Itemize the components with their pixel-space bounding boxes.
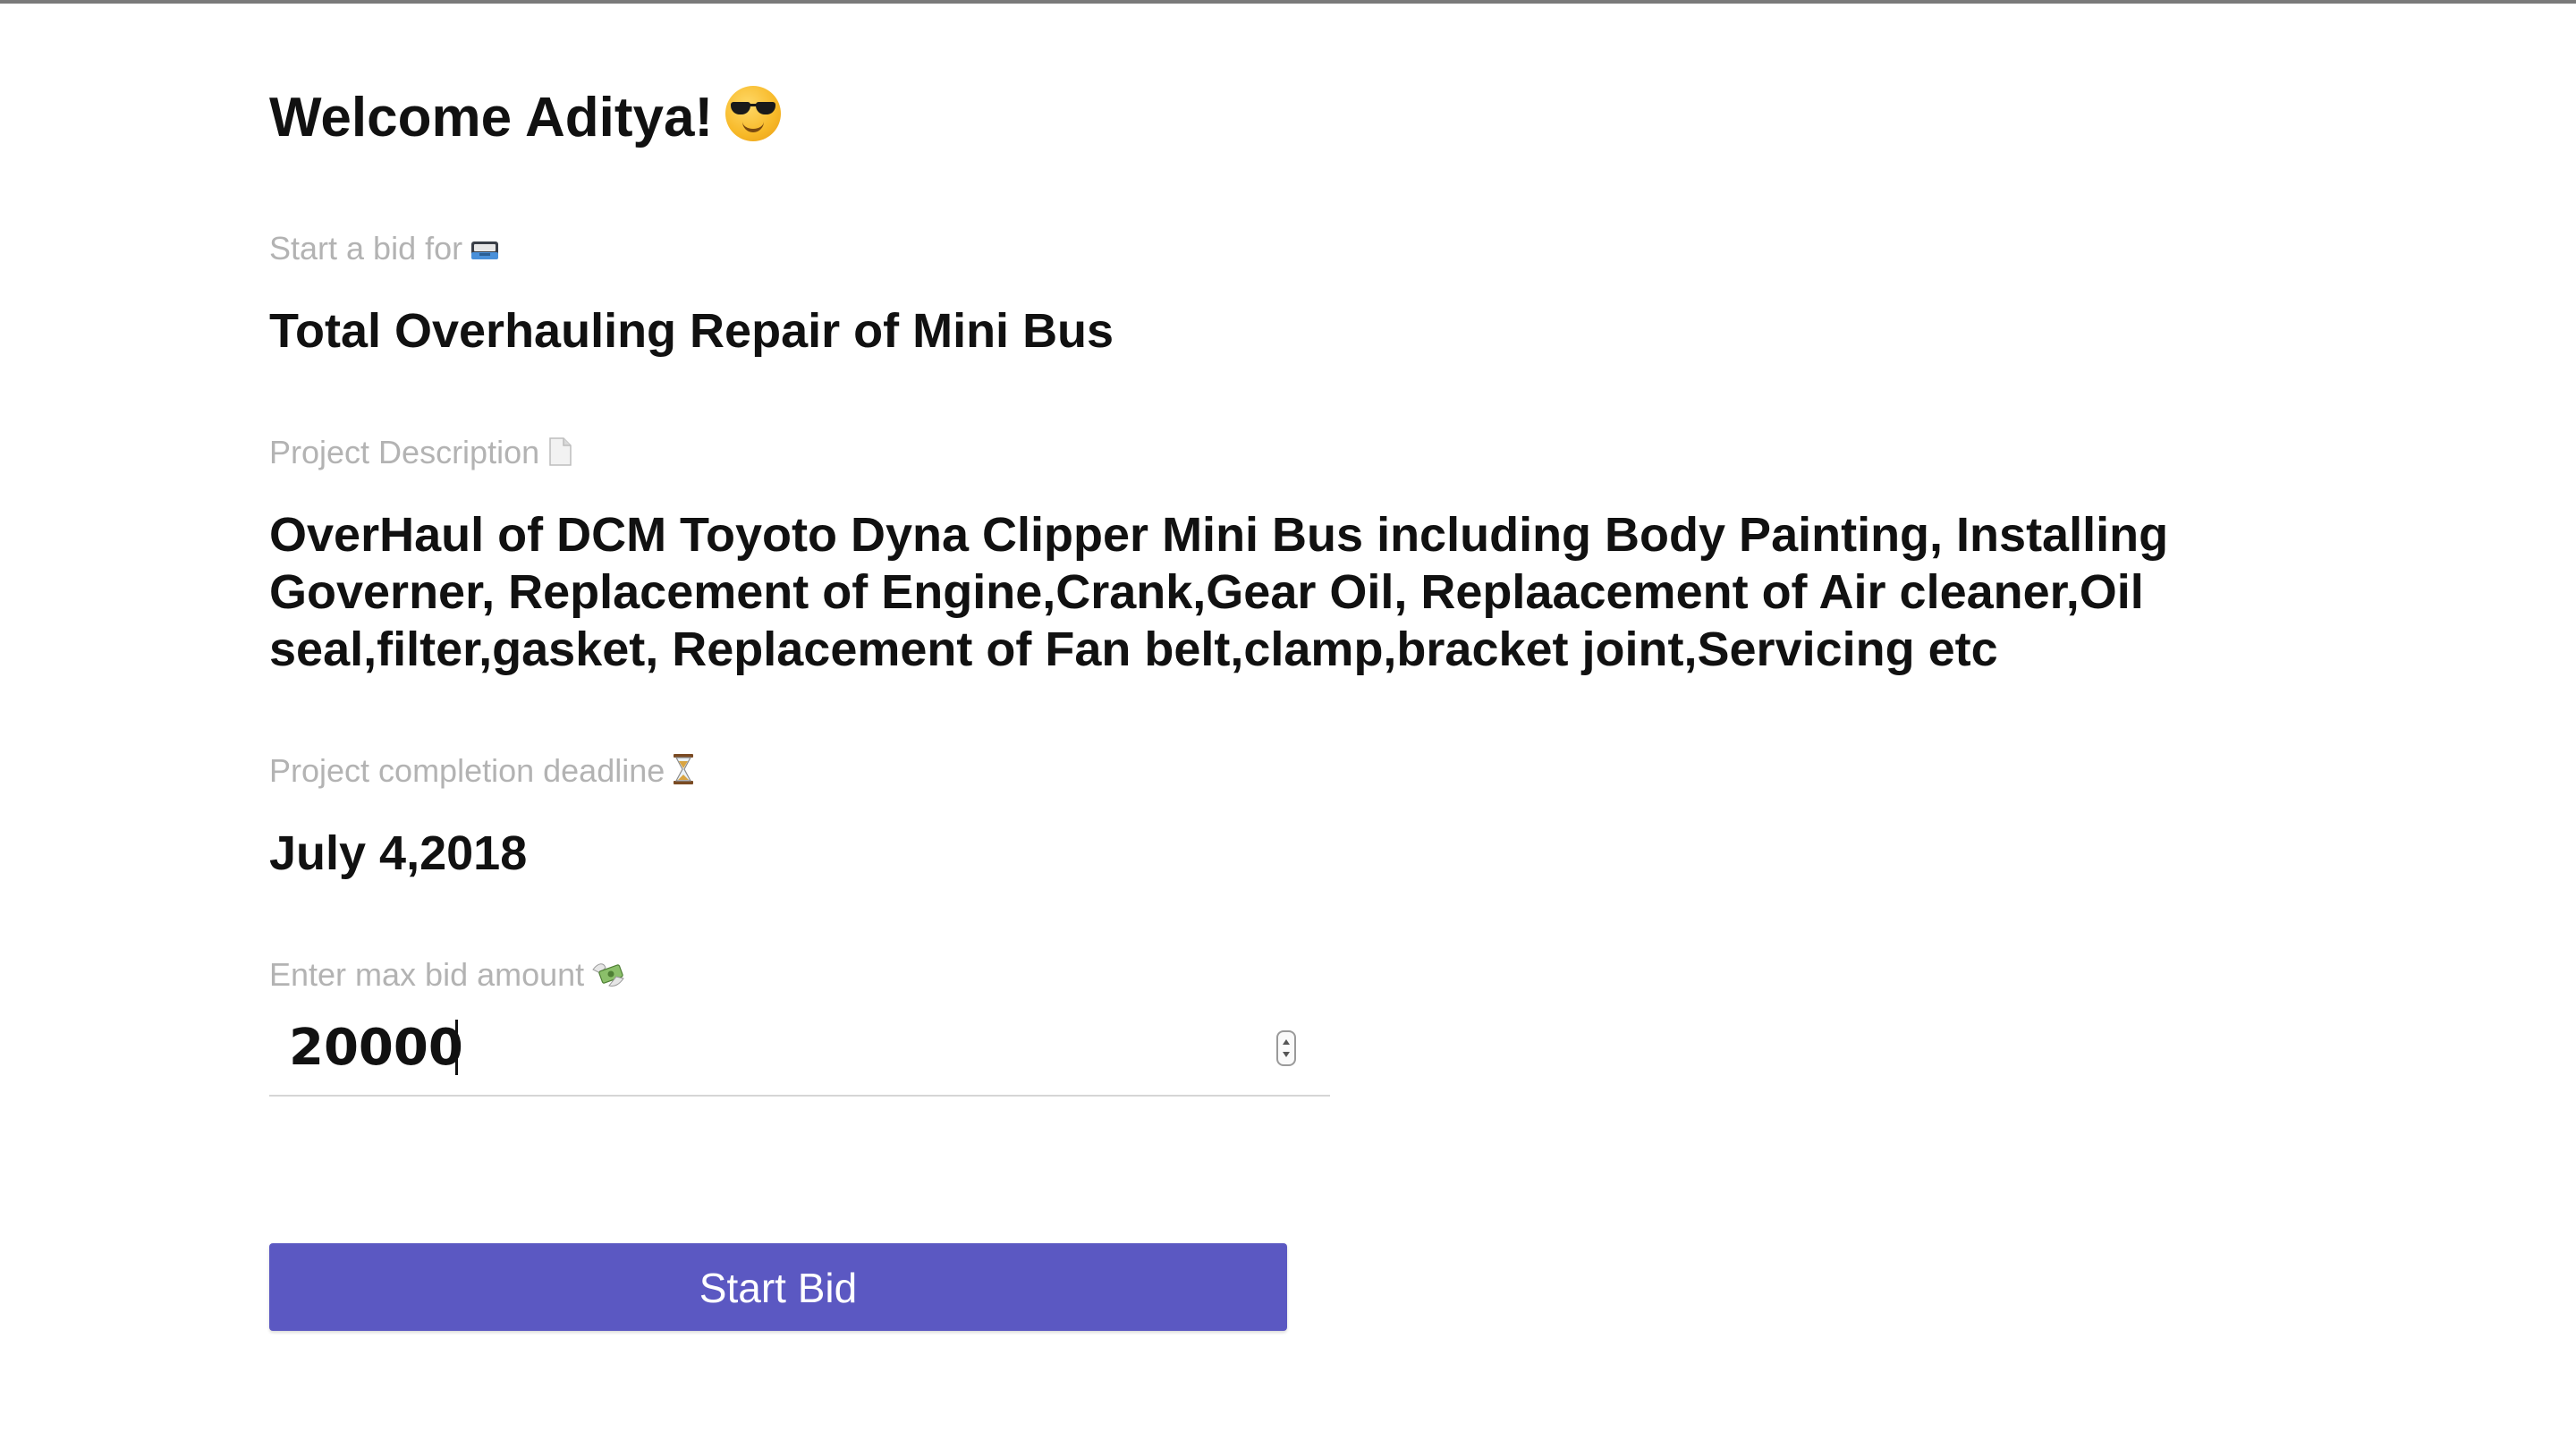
hourglass-icon: [672, 753, 695, 794]
money-with-wings-icon: [591, 959, 625, 998]
max-bid-input[interactable]: [289, 1012, 1255, 1082]
sunglasses-face-icon: [725, 86, 782, 141]
inbox-tray-icon: [470, 233, 500, 272]
spinner-down-icon[interactable]: [1283, 1052, 1290, 1057]
max-bid-field[interactable]: [269, 1002, 1330, 1097]
number-spinner[interactable]: [1276, 1030, 1296, 1066]
description-label: Project Description: [269, 433, 573, 476]
top-border: [0, 0, 2576, 4]
welcome-heading: Welcome Aditya!: [269, 82, 782, 154]
bid-title-label: Start a bid for: [269, 229, 500, 272]
welcome-text: Welcome Aditya!: [269, 87, 714, 148]
text-caret: [455, 1020, 458, 1075]
page-icon: [547, 436, 573, 476]
max-bid-label: Enter max bid amount: [269, 955, 625, 998]
description-value: OverHaul of DCM Toyoto Dyna Clipper Mini…: [269, 508, 2169, 676]
spinner-up-icon[interactable]: [1283, 1039, 1290, 1045]
deadline-value: July 4,2018: [269, 826, 528, 880]
deadline-label: Project completion deadline: [269, 751, 695, 794]
start-bid-button[interactable]: Start Bid: [269, 1243, 1287, 1331]
bid-title-value: Total Overhauling Repair of Mini Bus: [269, 304, 1114, 358]
